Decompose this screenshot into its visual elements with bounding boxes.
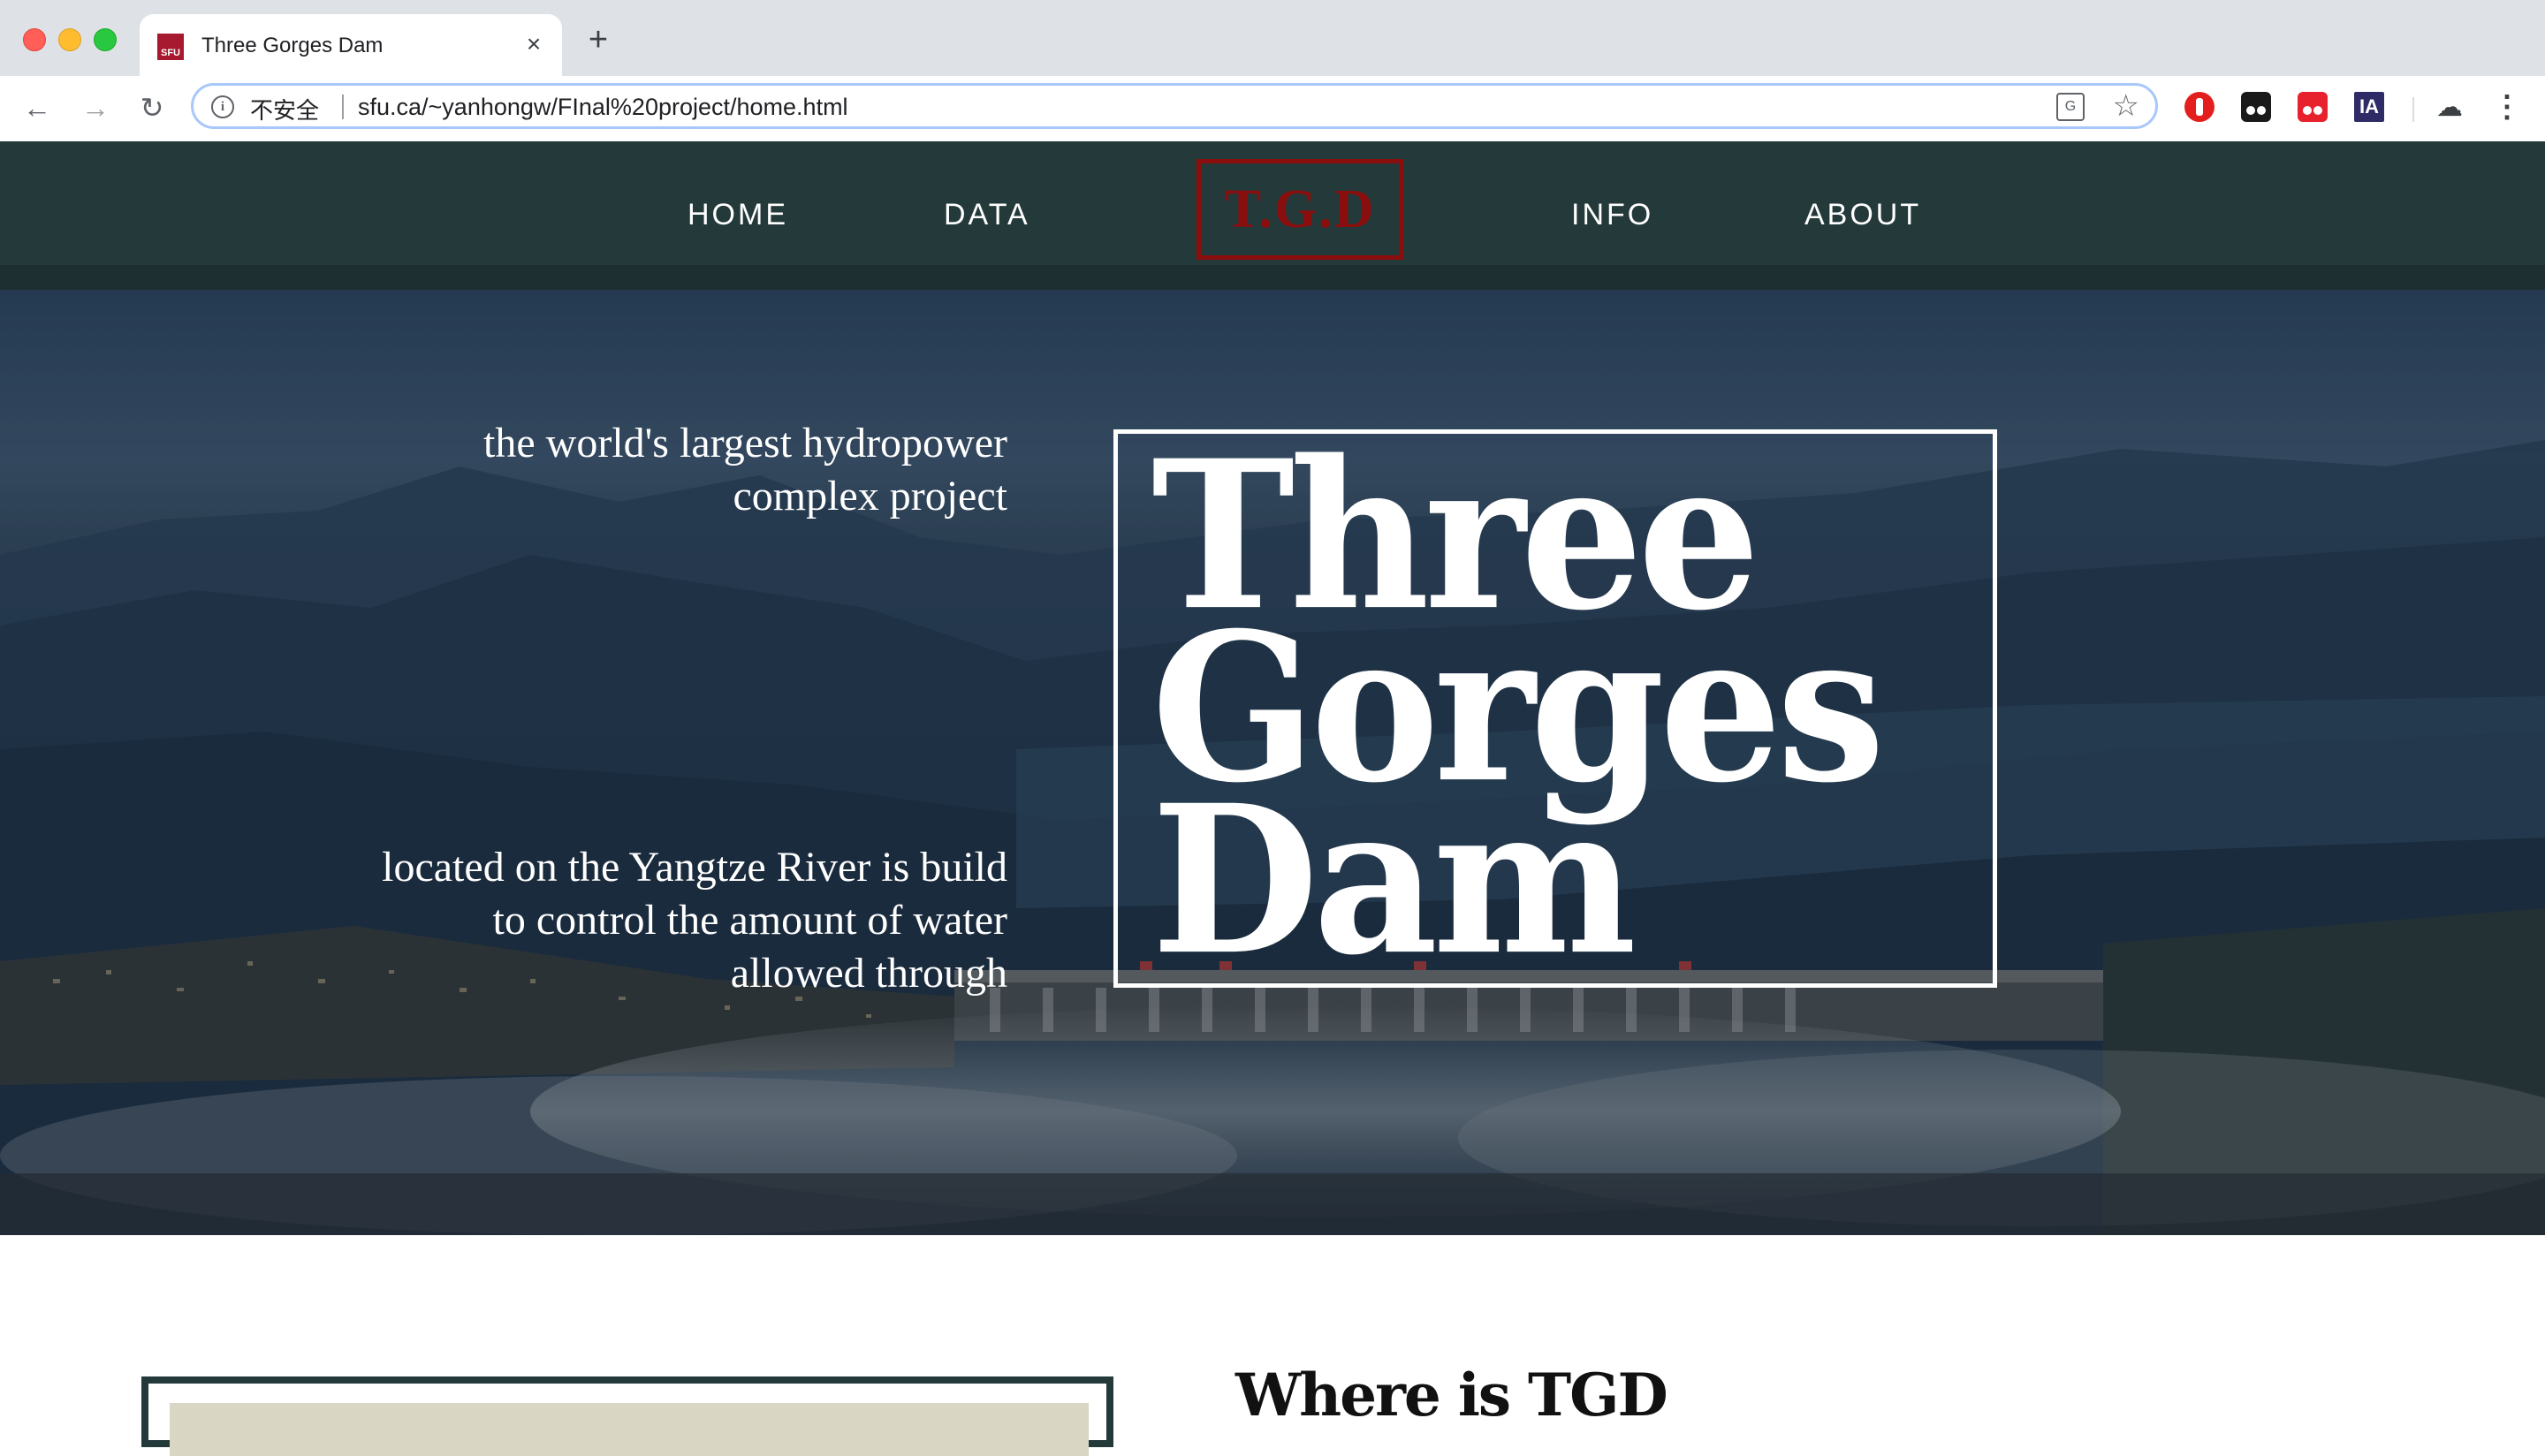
nav-data-link[interactable]: DATA bbox=[944, 198, 1030, 232]
profile-icon[interactable]: ☁ bbox=[2432, 92, 2467, 124]
browser-toolbar: ← → ↻ i 不安全 sfu.ca/~yanhongw/FInal%20pro… bbox=[0, 76, 2545, 142]
info-icon[interactable]: i bbox=[211, 95, 234, 118]
forward-button[interactable]: → bbox=[80, 92, 111, 124]
hero-title: Three Gorges Dam bbox=[1151, 434, 1885, 982]
translate-icon[interactable]: G bbox=[2056, 93, 2085, 121]
sfu-favicon-icon: SFU bbox=[157, 34, 184, 60]
hero-section: the world's largest hydropower complex p… bbox=[0, 290, 2545, 1235]
hero-tagline-bottom: located on the Yangtze River is build to… bbox=[382, 844, 1007, 997]
adblock-icon[interactable] bbox=[2184, 92, 2215, 122]
tab-title: Three Gorges Dam bbox=[201, 34, 384, 57]
nav-about-link[interactable]: ABOUT bbox=[1804, 198, 1921, 232]
map-frame bbox=[141, 1376, 1113, 1456]
url-text[interactable]: sfu.ca/~yanhongw/FInal%20project/home.ht… bbox=[358, 94, 848, 121]
security-label[interactable]: 不安全 bbox=[250, 93, 319, 125]
extension-icon[interactable] bbox=[2298, 92, 2328, 122]
menu-icon[interactable]: ⋮ bbox=[2492, 92, 2522, 124]
tab-close-icon[interactable]: × bbox=[520, 30, 548, 58]
back-button[interactable]: ← bbox=[21, 92, 53, 124]
window-zoom-button[interactable] bbox=[94, 28, 117, 51]
hero-title-box: Three Gorges Dam bbox=[1113, 429, 1997, 988]
address-bar[interactable]: i 不安全 sfu.ca/~yanhongw/FInal%20project/h… bbox=[191, 83, 2158, 129]
new-tab-button[interactable]: + bbox=[583, 23, 613, 57]
browser-tab-active[interactable]: SFU Three Gorges Dam × bbox=[140, 14, 562, 76]
header-shadow-band bbox=[0, 265, 2545, 290]
logo-text: T.G.D bbox=[1224, 178, 1376, 239]
omnibox-divider bbox=[342, 95, 344, 119]
reload-button[interactable]: ↻ bbox=[136, 92, 168, 124]
toolbar-separator bbox=[2412, 97, 2414, 122]
nav-home-link[interactable]: HOME bbox=[688, 198, 788, 232]
internet-archive-icon[interactable]: IA bbox=[2354, 92, 2384, 122]
tampermonkey-icon[interactable] bbox=[2241, 92, 2271, 122]
nav-info-link[interactable]: INFO bbox=[1571, 198, 1653, 232]
browser-tab-strip: SFU Three Gorges Dam × + bbox=[0, 0, 2545, 76]
star-icon[interactable]: ☆ bbox=[2113, 88, 2139, 124]
window-minimize-button[interactable] bbox=[58, 28, 81, 51]
window-close-button[interactable] bbox=[23, 28, 46, 51]
hero-tagline-top: the world's largest hydropower complex p… bbox=[483, 420, 1007, 519]
where-is-tgd-heading: Where is TGD bbox=[1235, 1361, 1668, 1429]
location-map-image[interactable] bbox=[170, 1403, 1089, 1456]
site-logo[interactable]: T.G.D bbox=[1197, 159, 1403, 260]
